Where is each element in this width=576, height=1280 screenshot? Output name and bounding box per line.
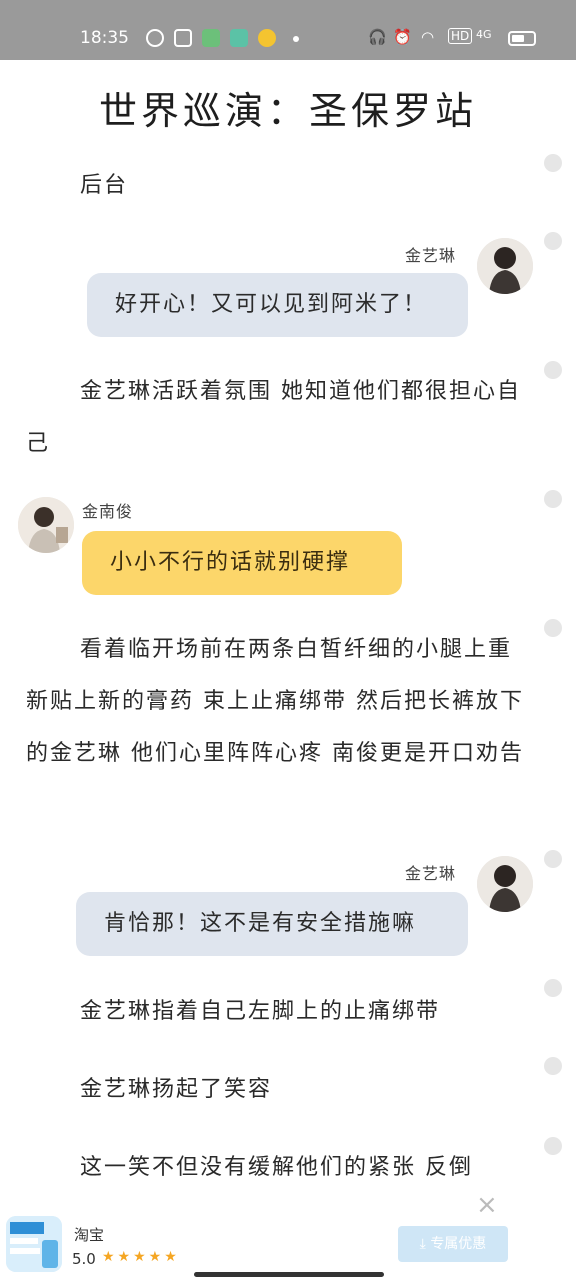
narrative-paragraph: 金艺琳扬起了笑容 (80, 1077, 273, 1102)
speaker-name: 金艺琳 (405, 864, 457, 883)
battery-icon (508, 31, 536, 46)
star-rating-icon: ★★★★★ (102, 1249, 180, 1265)
speaker-name: 金南俊 (82, 502, 134, 521)
narrative-paragraph: 金艺琳活跃着氛围 她知道他们都很担心自己 (26, 379, 521, 456)
network-hd: HD (448, 28, 473, 44)
scroll-indicator-dot (544, 979, 562, 997)
scroll-indicator-dot (544, 232, 562, 250)
chat-bubble: 小小不行的话就别硬撑 (82, 531, 402, 595)
chapter-title: 世界巡演：圣保罗站 (98, 89, 477, 133)
chat-bubble: 好开心！又可以见到阿米了！ (87, 273, 468, 337)
scroll-indicator-dot (544, 361, 562, 379)
avatar[interactable] (18, 497, 74, 553)
avatar[interactable] (477, 856, 533, 912)
scroll-indicator-dot (544, 1057, 562, 1075)
bilibili-icon (174, 29, 192, 47)
narrative-paragraph: 后台 (80, 173, 129, 198)
speaker-name: 金艺琳 (405, 246, 457, 265)
globe-icon (146, 29, 164, 47)
ad-download-button[interactable]: ⤓ 专属优惠 (398, 1226, 508, 1262)
status-time: 18:35 (80, 28, 129, 48)
weibo-icon (258, 29, 276, 47)
ad-banner[interactable]: 淘宝 5.0 ★★★★★ ⤓ 专属优惠 (0, 1212, 576, 1280)
scroll-indicator-dot (544, 1137, 562, 1155)
home-indicator[interactable] (194, 1272, 384, 1277)
avatar[interactable] (477, 238, 533, 294)
scroll-indicator-dot (544, 619, 562, 637)
download-icon: ⤓ (419, 1236, 431, 1252)
scroll-indicator-dot (544, 850, 562, 868)
scroll-indicator-dot (544, 490, 562, 508)
chat-bubble: 肯恰那！这不是有安全措施嘛 (76, 892, 468, 956)
ad-rating: 5.0 (72, 1250, 96, 1268)
scroll-indicator-dot (544, 154, 562, 172)
app-icon-green (202, 29, 220, 47)
signal-4g: 4G (476, 28, 492, 41)
wifi-icon: ◠ (421, 28, 435, 46)
ad-app-name: 淘宝 (74, 1226, 105, 1244)
ad-thumbnail (6, 1216, 62, 1272)
status-bar: 18:35 🎧 ⏰ ◠ HD 4G (0, 0, 576, 60)
app-icon-teal (230, 29, 248, 47)
headphone-icon: 🎧 (368, 28, 387, 46)
narrative-paragraph: 金艺琳指着自己左脚上的止痛绑带 (80, 999, 441, 1024)
narrative-paragraph: 看着临开场前在两条白皙纤细的小腿上重新贴上新的膏药 束上止痛绑带 然后把长裤放下… (26, 637, 524, 766)
alarm-icon: ⏰ (393, 28, 412, 46)
narrative-paragraph: 这一笑不但没有缓解他们的紧张 反倒 (80, 1155, 473, 1180)
notification-dot-icon (293, 36, 299, 42)
